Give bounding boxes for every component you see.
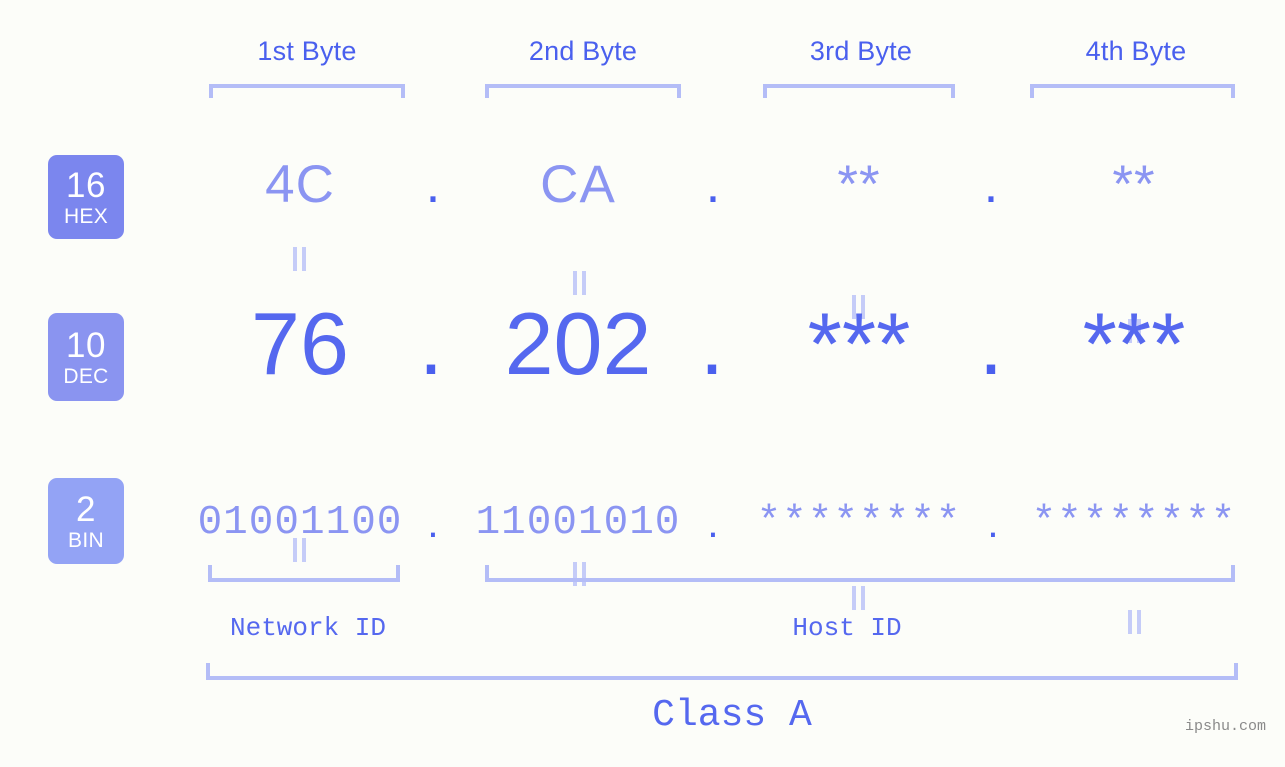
bin-separator-dot-2: .	[707, 500, 719, 546]
equals-symbol-hex-dec-2	[571, 271, 589, 295]
class-bracket	[206, 663, 1238, 680]
byte-header-label-2: 2nd Byte	[528, 36, 638, 66]
hex-byte-value-3: **	[837, 155, 881, 214]
dec-separator-dot-2: .	[699, 294, 725, 393]
ip-address-breakdown-diagram: 1st Byte 2nd Byte 3rd Byte 4th Byte 16 H…	[0, 0, 1285, 767]
hex-separator-dot-2: .	[705, 155, 721, 214]
hex-byte-value-4: **	[1112, 155, 1156, 214]
network-id-label: Network ID	[229, 613, 387, 643]
site-watermark: ipshu.com	[1185, 718, 1267, 735]
base-badge-bin-system: BIN	[68, 528, 104, 552]
byte-bracket-top-1	[209, 84, 405, 98]
network-id-bracket	[208, 565, 400, 582]
dec-byte-value-2: 202	[504, 294, 652, 393]
host-id-label: Host ID	[792, 613, 902, 643]
byte-bracket-top-3	[763, 84, 955, 98]
base-badge-hex[interactable]: 16 HEX	[48, 155, 124, 239]
dec-separator-dot-1: .	[418, 294, 444, 393]
hex-separator-dot-3: .	[983, 155, 999, 214]
dec-byte-value-4: ***	[1082, 294, 1186, 393]
byte-bracket-top-2	[485, 84, 681, 98]
base-badge-hex-number: 16	[66, 165, 106, 205]
equals-symbol-dec-bin-4	[1126, 610, 1144, 634]
equals-symbol-hex-dec-1	[291, 247, 309, 271]
dec-byte-value-1: 76	[251, 294, 349, 393]
bin-separator-dot-1: .	[427, 500, 439, 546]
dec-byte-value-3: ***	[807, 294, 911, 393]
bin-separator-dot-3: .	[987, 500, 999, 546]
bin-byte-value-2: 11001010	[475, 500, 681, 546]
byte-header-label-4: 4th Byte	[1085, 36, 1187, 66]
hex-byte-value-1: 4C	[265, 155, 335, 214]
byte-header-label-1: 1st Byte	[257, 36, 357, 66]
base-badge-bin[interactable]: 2 BIN	[48, 478, 124, 564]
bin-byte-value-3: ********	[756, 500, 962, 546]
base-badge-dec-number: 10	[66, 325, 106, 365]
hex-separator-dot-1: .	[425, 155, 441, 214]
byte-bracket-top-4	[1030, 84, 1235, 98]
bin-byte-value-4: ********	[1031, 500, 1237, 546]
dec-separator-dot-3: .	[978, 294, 1004, 393]
bin-byte-value-1: 01001100	[197, 500, 403, 546]
base-badge-hex-system: HEX	[63, 204, 109, 228]
hex-byte-value-2: CA	[540, 155, 616, 214]
equals-symbol-dec-bin-3	[850, 586, 868, 610]
base-badge-dec[interactable]: 10 DEC	[48, 313, 124, 401]
class-label: Class A	[652, 694, 812, 737]
base-badge-bin-number: 2	[76, 489, 96, 529]
byte-header-label-3: 3rd Byte	[809, 36, 913, 66]
base-badge-dec-system: DEC	[63, 364, 109, 388]
host-id-bracket	[485, 565, 1235, 582]
